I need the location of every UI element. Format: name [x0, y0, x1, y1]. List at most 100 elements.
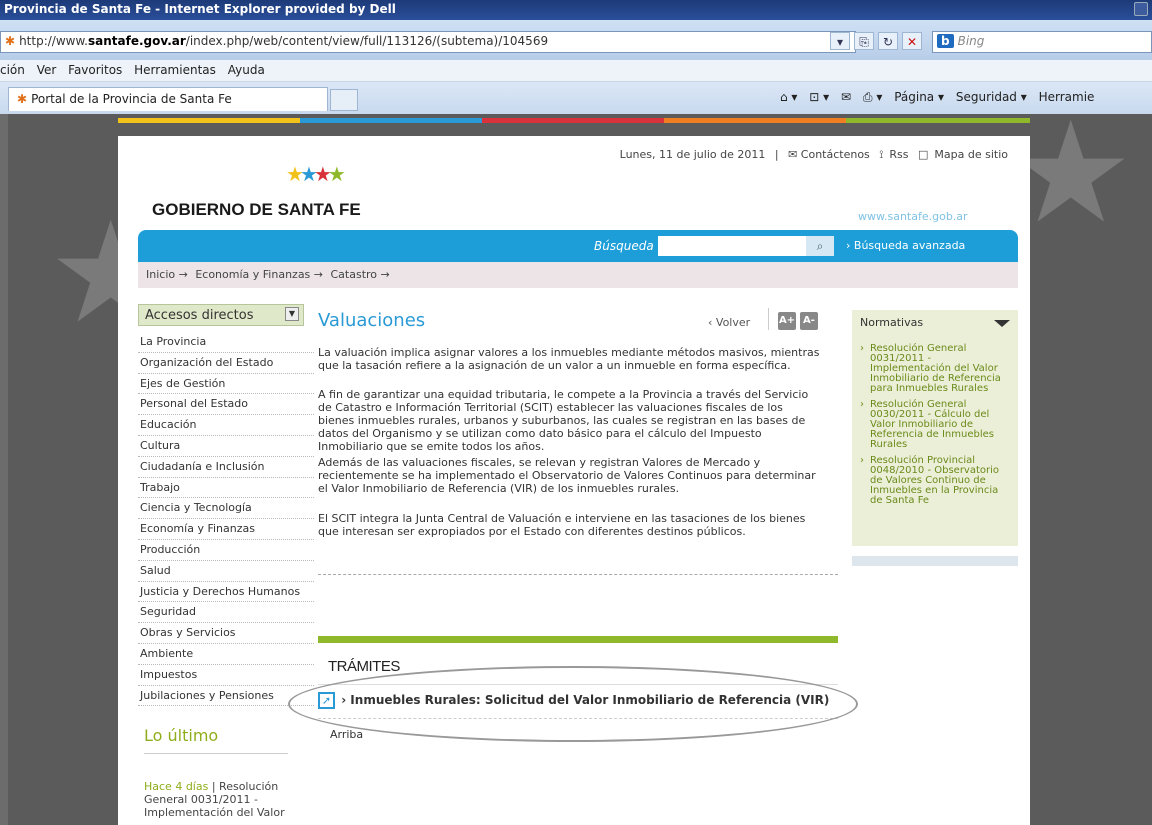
toolbar-divider: [768, 308, 769, 330]
menu-bar: ción Ver Favoritos Herramientas Ayuda: [0, 60, 1152, 82]
page-viewport: ★ ★ Lunes, 11 de julio de 2011 | ✉ Contá…: [8, 114, 1152, 825]
sidebar-item[interactable]: Obras y Servicios: [138, 623, 314, 644]
normativas-list: Resolución General 0031/2011 - Implement…: [852, 334, 1018, 506]
advanced-search-link[interactable]: › Búsqueda avanzada: [846, 239, 965, 252]
dropdown-arrow-icon[interactable]: ▾: [830, 32, 850, 50]
site-favicon-icon: ✱: [5, 34, 16, 48]
normativa-item[interactable]: Resolución General 0030/2011 - Cálculo d…: [860, 400, 1012, 450]
current-date: Lunes, 11 de julio de 2011: [619, 148, 766, 161]
body-paragraph: La valuación implica asignar valores a l…: [318, 346, 820, 372]
menu-edit[interactable]: ción: [0, 63, 25, 77]
sidebar-item[interactable]: Impuestos: [138, 665, 314, 686]
sidebar-item[interactable]: Seguridad: [138, 602, 314, 624]
font-decrease-button[interactable]: A-: [800, 312, 818, 330]
window-control-button[interactable]: [1134, 2, 1148, 16]
sidebar-item[interactable]: Ciencia y Tecnología: [138, 498, 314, 520]
advanced-search-label: Búsqueda avanzada: [853, 239, 966, 252]
sidebar-item[interactable]: Ciudadanía e Inclusión: [138, 457, 314, 478]
color-bar-blue: [300, 118, 482, 123]
search-input[interactable]: [658, 236, 806, 256]
quick-access-select[interactable]: Accesos directos ▼: [138, 304, 304, 326]
security-menu[interactable]: Seguridad ▾: [956, 90, 1027, 104]
sidebar-item[interactable]: Justicia y Derechos Humanos: [138, 582, 314, 603]
menu-tools[interactable]: Herramientas: [134, 63, 216, 77]
breadcrumb-economia[interactable]: Economía y Finanzas →: [195, 268, 323, 281]
rss-link[interactable]: Rss: [889, 148, 908, 161]
body-paragraph: A fin de garantizar una equidad tributar…: [318, 388, 809, 453]
menu-help[interactable]: Ayuda: [228, 63, 265, 77]
latest-news-date: Hace 4 días: [144, 780, 209, 793]
search-icon[interactable]: ⌕: [806, 236, 834, 256]
chevron-down-icon[interactable]: ▼: [285, 307, 299, 321]
latest-news: Lo último Hace 4 días | Resolución Gener…: [144, 726, 294, 819]
sidebar-item[interactable]: Producción: [138, 540, 314, 561]
sidebar-item[interactable]: Ambiente: [138, 644, 314, 665]
color-bar-yellow: [118, 118, 300, 123]
highlight-ellipse: [288, 666, 858, 742]
bing-logo-icon: b: [937, 34, 954, 48]
bing-search-input[interactable]: b Bing: [932, 31, 1152, 53]
page-menu[interactable]: Página ▾: [894, 90, 944, 104]
breadcrumb-catastro[interactable]: Catastro →: [331, 268, 390, 281]
menu-favorites[interactable]: Favoritos: [68, 63, 122, 77]
normativas-box: Normativas Resolución General 0031/2011 …: [852, 310, 1018, 546]
print-icon[interactable]: ⎙ ▾: [863, 90, 882, 104]
latest-news-divider: [144, 753, 288, 754]
address-buttons: ▾ ⎘ ↻ ✕: [830, 32, 922, 50]
sidebar-item[interactable]: Salud: [138, 561, 314, 582]
rss-icon: ⟟: [879, 148, 884, 161]
tramites-bar: [318, 636, 838, 643]
sidebar-item[interactable]: La Provincia: [138, 332, 314, 353]
feeds-icon[interactable]: ⊡ ▾: [809, 90, 829, 104]
search-label: Búsqueda: [594, 239, 654, 253]
back-to-top-link[interactable]: Arriba: [330, 728, 363, 741]
tools-menu[interactable]: Herramie: [1039, 90, 1095, 104]
latest-news-title: Lo último: [144, 726, 219, 745]
sidebar-item[interactable]: Educación: [138, 415, 314, 436]
home-icon[interactable]: ⌂ ▾: [780, 90, 797, 104]
sidebar-item[interactable]: Trabajo: [138, 478, 314, 499]
tab-label: Portal de la Provincia de Santa Fe: [31, 92, 232, 106]
section-divider: [318, 574, 838, 575]
browser-tab[interactable]: ✱ Portal de la Provincia de Santa Fe: [8, 87, 328, 111]
normativa-item[interactable]: Resolución General 0031/2011 - Implement…: [860, 344, 1012, 394]
top-links: Lunes, 11 de julio de 2011 | ✉ Contácten…: [118, 148, 1008, 162]
sidebar-item[interactable]: Organización del Estado: [138, 353, 314, 374]
logo-text: GOBIERNO DE SANTA FE: [152, 200, 361, 219]
latest-news-item[interactable]: Hace 4 días | Resolución General 0031/20…: [144, 780, 294, 819]
tab-row: ✱ Portal de la Provincia de Santa Fe ⌂ ▾ …: [0, 82, 1152, 114]
contact-link[interactable]: ✉ Contáctenos: [788, 148, 870, 161]
sidebar-item[interactable]: Cultura: [138, 436, 314, 457]
window-title: Provincia de Santa Fe - Internet Explore…: [4, 2, 396, 16]
color-bar-orange: [664, 118, 846, 123]
address-bar[interactable]: ✱ http://www.santafe.gov.ar/index.php/web…: [0, 31, 856, 53]
mail-icon[interactable]: ✉: [841, 90, 851, 104]
stop-icon[interactable]: ✕: [902, 32, 922, 50]
url-domain: santafe.gov.ar: [87, 34, 186, 48]
site-container: Lunes, 11 de julio de 2011 | ✉ Contácten…: [118, 136, 1030, 825]
sitemap-link[interactable]: Mapa de sitio: [934, 148, 1008, 161]
color-bar-green: [846, 118, 1030, 123]
color-bar-red: [482, 118, 664, 123]
breadcrumb-home[interactable]: Inicio →: [146, 268, 188, 281]
sidebar-item[interactable]: Economía y Finanzas: [138, 519, 314, 540]
sidebar-item[interactable]: Ejes de Gestión: [138, 374, 314, 395]
font-increase-button[interactable]: A+: [778, 312, 796, 330]
menu-view[interactable]: Ver: [37, 63, 57, 77]
logo-stars-icon: ★★★★: [286, 162, 346, 186]
sitemap-icon: □: [918, 148, 929, 161]
new-tab-button[interactable]: [330, 89, 358, 111]
bing-search-placeholder: Bing: [957, 34, 985, 48]
refresh-icon[interactable]: ↻: [878, 32, 898, 50]
normativa-item[interactable]: Resolución Provincial 0048/2010 - Observ…: [860, 456, 1012, 506]
page-title: Valuaciones: [318, 310, 426, 331]
normativas-header[interactable]: Normativas: [852, 310, 1018, 334]
compatibility-view-icon[interactable]: ⎘: [854, 32, 874, 50]
quick-access-label: Accesos directos: [145, 308, 254, 323]
sidebar-item[interactable]: Personal del Estado: [138, 394, 314, 416]
search-bar: Búsqueda ⌕ › Búsqueda avanzada: [138, 230, 1018, 262]
url-path: /index.php/web/content/view/full/113126/…: [185, 34, 549, 48]
normativas-footer-bar: [852, 556, 1018, 566]
back-link[interactable]: ‹ Volver: [708, 316, 750, 329]
collapse-triangle-icon[interactable]: [994, 320, 1010, 327]
